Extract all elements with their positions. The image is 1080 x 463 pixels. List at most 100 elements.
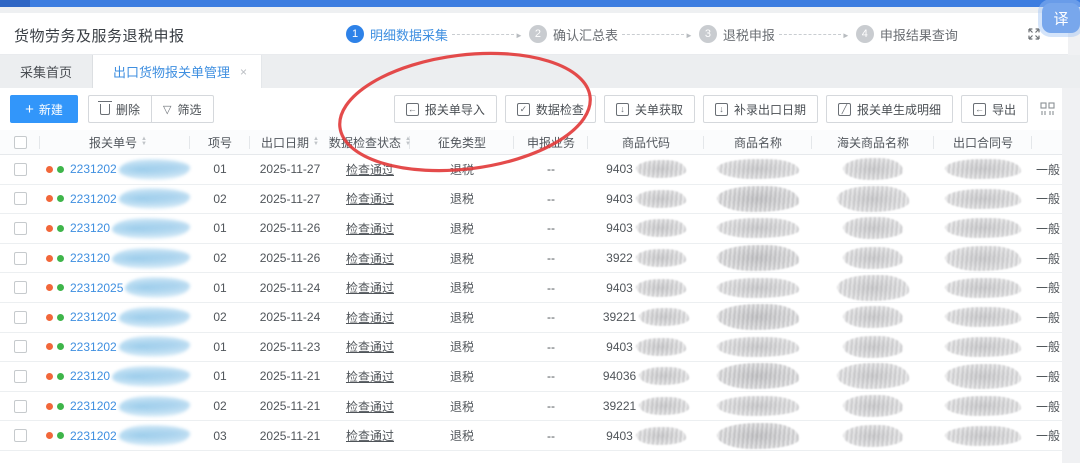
row-checkbox[interactable] (14, 222, 27, 235)
doc-download-icon (715, 103, 728, 116)
redaction-smudge (837, 186, 909, 212)
select-all-checkbox[interactable] (14, 136, 27, 149)
import-declaration-button[interactable]: 报关单导入 (394, 95, 497, 123)
redaction-smudge (945, 189, 1021, 209)
step-tax-refund-declare[interactable]: 3 退税申报 (699, 25, 775, 44)
declaration-no-link[interactable]: 223120 (70, 251, 110, 265)
redaction-smudge (639, 308, 689, 326)
column-settings-icon[interactable] (1040, 102, 1056, 116)
redaction-smudge (125, 277, 190, 298)
redaction-smudge (119, 307, 190, 328)
export-button[interactable]: 导出 (961, 95, 1028, 123)
generate-detail-button[interactable]: 报关单生成明细 (826, 95, 953, 123)
filter-button[interactable]: 筛选 (151, 95, 213, 123)
status-dot-green (57, 284, 64, 291)
redaction-smudge (945, 218, 1021, 238)
check-status-link[interactable]: 检查通过 (346, 398, 394, 415)
row-checkbox[interactable] (14, 252, 27, 265)
tab-close-icon[interactable]: × (240, 65, 247, 79)
new-button[interactable]: 新建 (10, 95, 78, 123)
check-status-link[interactable]: 检查通过 (346, 190, 394, 207)
redaction-smudge (112, 218, 190, 239)
stepper: 1 明细数据采集 2 确认汇总表 3 退税申报 4 申报结果查询 (346, 13, 958, 55)
status-dot-orange (46, 314, 53, 321)
declaration-no-link[interactable]: 2231202 (70, 162, 117, 176)
redaction-smudge (843, 217, 903, 239)
check-status-link[interactable]: 检查通过 (346, 427, 394, 444)
import-icon (406, 103, 419, 116)
redaction-smudge (717, 218, 799, 238)
redaction-smudge (945, 364, 1021, 389)
status-dot-green (57, 166, 64, 173)
declaration-no-link[interactable]: 223120 (70, 369, 110, 383)
trash-icon (100, 104, 110, 115)
check-status-link[interactable]: 检查通过 (346, 220, 394, 237)
toolbar: 新建 删除 筛选 报关单导入 数据检查 关单获取 补录出口日期 报关单生成明细 … (0, 95, 1062, 123)
row-checkbox[interactable] (14, 311, 27, 324)
status-dot-green (57, 432, 64, 439)
redaction-smudge (119, 188, 190, 209)
translate-badge[interactable]: 译 (1042, 3, 1080, 33)
data-check-button[interactable]: 数据检查 (505, 95, 596, 123)
declaration-no-link[interactable]: 223120 (70, 221, 110, 235)
step-number: 4 (856, 25, 874, 43)
check-status-link[interactable]: 检查通过 (346, 161, 394, 178)
redaction-smudge (717, 304, 799, 330)
status-dot-orange (46, 225, 53, 232)
redaction-smudge (837, 363, 909, 389)
table-row: 223120 01 2025-11-26 检查通过 退税 -- 9403 一般 (0, 214, 1062, 244)
status-dot-orange (46, 343, 53, 350)
row-checkbox[interactable] (14, 400, 27, 413)
row-checkbox[interactable] (14, 340, 27, 353)
content-card: 新建 删除 筛选 报关单导入 数据检查 关单获取 补录出口日期 报关单生成明细 … (0, 88, 1062, 463)
redaction-smudge (717, 363, 799, 389)
redaction-smudge (717, 423, 799, 449)
redaction-smudge (843, 247, 903, 269)
doc-download-icon (616, 103, 629, 116)
step-confirm-summary[interactable]: 2 确认汇总表 (529, 25, 618, 44)
redaction-smudge (843, 395, 903, 417)
status-dot-green (57, 373, 64, 380)
row-checkbox[interactable] (14, 192, 27, 205)
step-declare-result-query[interactable]: 4 申报结果查询 (856, 25, 958, 44)
check-status-link[interactable]: 检查通过 (346, 279, 394, 296)
supplement-export-date-button[interactable]: 补录出口日期 (703, 95, 818, 123)
row-checkbox[interactable] (14, 281, 27, 294)
declaration-no-link[interactable]: 2231202 (70, 310, 117, 324)
redaction-smudge (945, 246, 1021, 271)
redaction-smudge (843, 158, 903, 180)
fullscreen-expand-icon[interactable] (1026, 26, 1042, 42)
tab-collection-home[interactable]: 采集首页 (0, 55, 93, 88)
step-number: 1 (346, 25, 364, 43)
redaction-smudge (636, 249, 686, 267)
row-checkbox[interactable] (14, 370, 27, 383)
declaration-no-link[interactable]: 22312025 (70, 281, 123, 295)
redaction-smudge (945, 159, 1021, 179)
row-checkbox[interactable] (14, 163, 27, 176)
declaration-no-link[interactable]: 2231202 (70, 399, 117, 413)
declaration-no-link[interactable]: 2231202 (70, 192, 117, 206)
sort-icon[interactable]: ▲▼ (313, 137, 319, 147)
redaction-smudge (945, 396, 1021, 416)
check-status-link[interactable]: 检查通过 (346, 309, 394, 326)
redaction-smudge (717, 337, 799, 357)
redaction-smudge (119, 425, 190, 446)
status-dot-orange (46, 195, 53, 202)
declaration-no-link[interactable]: 2231202 (70, 429, 117, 443)
sort-icon[interactable]: ▲▼ (141, 137, 147, 147)
row-checkbox[interactable] (14, 429, 27, 442)
delete-button[interactable]: 删除 (88, 95, 151, 123)
redaction-smudge (717, 396, 799, 416)
check-status-link[interactable]: 检查通过 (346, 250, 394, 267)
doc-check-icon (517, 103, 530, 116)
customs-fetch-button[interactable]: 关单获取 (604, 95, 695, 123)
tab-export-declaration-management[interactable]: 出口货物报关单管理 × (93, 55, 262, 88)
declaration-no-link[interactable]: 2231202 (70, 340, 117, 354)
status-dot-orange (46, 284, 53, 291)
check-status-link[interactable]: 检查通过 (346, 338, 394, 355)
redaction-smudge (837, 275, 909, 301)
page-header: 货物劳务及服务退税申报 1 明细数据采集 2 确认汇总表 3 退税申报 4 申报… (0, 13, 1068, 55)
redaction-smudge (636, 338, 686, 356)
step-detail-data-collection[interactable]: 1 明细数据采集 (346, 25, 448, 44)
check-status-link[interactable]: 检查通过 (346, 368, 394, 385)
